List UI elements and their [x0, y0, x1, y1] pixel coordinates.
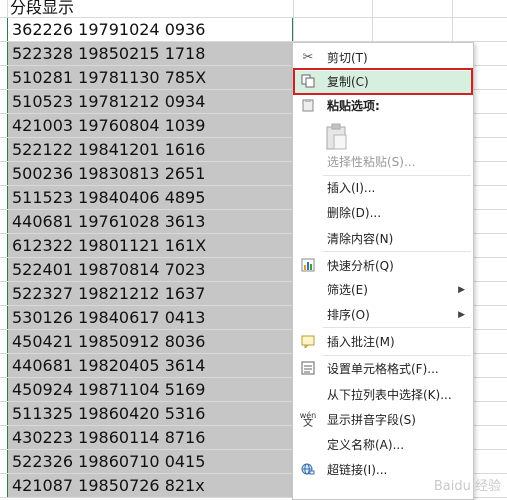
table-row[interactable]: 612322 19801121 161X: [8, 234, 293, 257]
table-row[interactable]: 440681 19820405 3614: [8, 354, 293, 377]
quick-analysis-icon: [299, 258, 317, 274]
phonetic-icon: wén 文: [299, 411, 317, 429]
table-row[interactable]: 511523 19840406 4895: [8, 186, 293, 209]
submenu-arrow-icon: ▶: [458, 285, 465, 295]
table-row[interactable]: 362226 19791024 0936: [8, 18, 293, 41]
table-row[interactable]: 430223 19860114 8716: [8, 426, 293, 449]
menu-item-sort[interactable]: 排序(O) ▶: [293, 304, 473, 326]
watermark: Baidu 经验: [433, 479, 501, 494]
menu-item-show-phonetic[interactable]: wén 文 显示拼音字段(S): [293, 409, 473, 431]
menu-separator: [323, 175, 471, 176]
table-row[interactable]: 511325 19860420 5316: [8, 402, 293, 425]
menu-item-filter[interactable]: 筛选(E) ▶: [293, 279, 473, 301]
row-gridline: [0, 17, 507, 18]
menu-item-quick-analysis[interactable]: 快速分析(Q): [293, 255, 473, 277]
submenu-arrow-icon: ▶: [458, 310, 465, 320]
menu-item-define-name[interactable]: 定义名称(A)...: [293, 434, 473, 456]
table-row[interactable]: 510281 19781130 785X: [8, 66, 293, 89]
menu-item-insert[interactable]: 插入(I)...: [293, 177, 473, 199]
table-row[interactable]: 421003 19760804 1039: [8, 114, 293, 137]
table-row[interactable]: 522326 19860710 0415: [8, 450, 293, 473]
table-row[interactable]: 522401 19870814 7023: [8, 258, 293, 281]
paste-icon[interactable]: [325, 123, 349, 151]
menu-item-paste-special[interactable]: 选择性粘贴(S)...: [293, 151, 473, 173]
menu-item-pick-from-list[interactable]: 从下拉列表中选择(K)...: [293, 384, 473, 406]
table-row[interactable]: 450924 19871104 5169: [8, 378, 293, 401]
scissors-icon: ✂: [302, 50, 314, 65]
clipboard-icon: [299, 98, 317, 114]
menu-section-paste-options: 粘贴选项:: [293, 95, 473, 117]
table-row[interactable]: 500236 19830813 2651: [8, 162, 293, 185]
table-row[interactable]: 510523 19781212 0934: [8, 90, 293, 113]
table-row[interactable]: 522122 19841201 1616: [8, 138, 293, 161]
hyperlink-icon: [299, 462, 317, 478]
menu-item-format-cells[interactable]: 设置单元格格式(F)...: [293, 358, 473, 380]
menu-separator: [323, 355, 471, 356]
copy-highlight-box: [293, 68, 473, 95]
menu-separator: [323, 251, 471, 252]
table-row[interactable]: 421087 19850726 821x: [8, 474, 293, 497]
menu-item-delete[interactable]: 删除(D)...: [293, 202, 473, 224]
table-row[interactable]: 530126 19840617 0413: [8, 306, 293, 329]
menu-item-insert-comment[interactable]: 插入批注(M): [293, 331, 473, 353]
format-cells-icon: [299, 361, 317, 377]
menu-separator: [323, 327, 471, 328]
table-row[interactable]: 522328 19850215 1718: [8, 42, 293, 65]
table-row[interactable]: 522327 19821212 1637: [8, 282, 293, 305]
comment-icon: [299, 334, 317, 350]
menu-item-cut[interactable]: ✂ 剪切(T): [293, 47, 473, 69]
menu-item-clear-contents[interactable]: 清除内容(N): [293, 228, 473, 250]
column-header-cell[interactable]: 分段显示: [10, 0, 74, 18]
table-row[interactable]: 450421 19850912 8036: [8, 330, 293, 353]
table-row[interactable]: 440681 19761028 3613: [8, 210, 293, 233]
context-menu[interactable]: ✂ 剪切(T) 复制(C) 粘贴选项: 选择性粘贴(S)... 插入(I)...…: [292, 42, 474, 500]
